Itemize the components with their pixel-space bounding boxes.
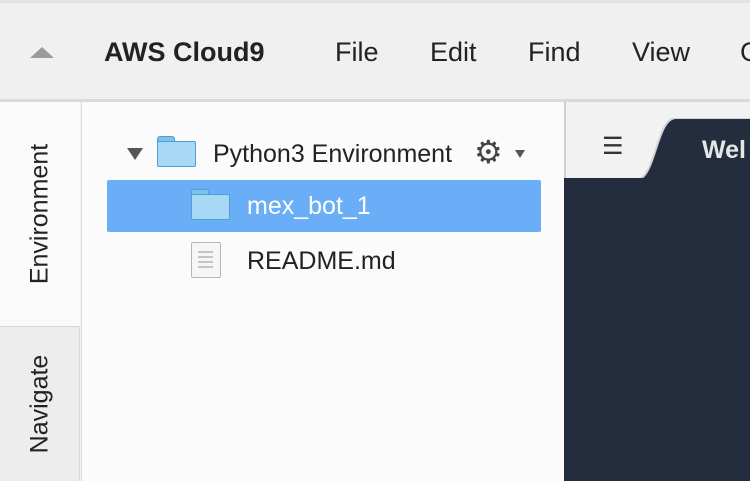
collapse-menu-icon[interactable]: [30, 47, 54, 58]
tab-navigate-label: Navigate: [25, 354, 53, 454]
file-tree-panel: Python3 Environment ⚙ mex_bot_1 README.m…: [81, 102, 564, 481]
folder-icon: [191, 189, 231, 220]
folder-icon: [157, 136, 197, 167]
tree-item-selected[interactable]: mex_bot_1: [107, 180, 541, 232]
tree-item-label[interactable]: README.md: [247, 247, 396, 276]
menu-find[interactable]: Find: [528, 37, 581, 68]
menu-file[interactable]: File: [335, 37, 379, 68]
editor-tab-strip: ☰ Wel: [564, 102, 750, 180]
tab-navigate[interactable]: Navigate: [0, 326, 80, 481]
app-brand-menu[interactable]: AWS Cloud9: [104, 37, 265, 68]
tab-environment[interactable]: Environment: [0, 102, 80, 326]
tree-item-label: mex_bot_1: [247, 192, 371, 220]
side-tab-strip: Environment Navigate: [0, 102, 81, 481]
editor-tab-label: Wel: [702, 136, 746, 164]
expand-caret-icon[interactable]: [127, 148, 143, 160]
tree-root-label[interactable]: Python3 Environment: [213, 140, 452, 169]
tab-environment-label: Environment: [25, 143, 54, 285]
chevron-down-icon[interactable]: [515, 150, 525, 158]
gear-icon[interactable]: ⚙: [474, 136, 503, 168]
tab-list-icon[interactable]: ☰: [602, 132, 624, 161]
menu-edit[interactable]: Edit: [430, 37, 477, 68]
editor-pane[interactable]: [564, 178, 750, 481]
menu-view[interactable]: View: [632, 37, 690, 68]
menu-go[interactable]: G: [740, 37, 750, 68]
menu-bar: AWS Cloud9 File Edit Find View G: [0, 0, 750, 100]
file-icon: [191, 242, 221, 278]
